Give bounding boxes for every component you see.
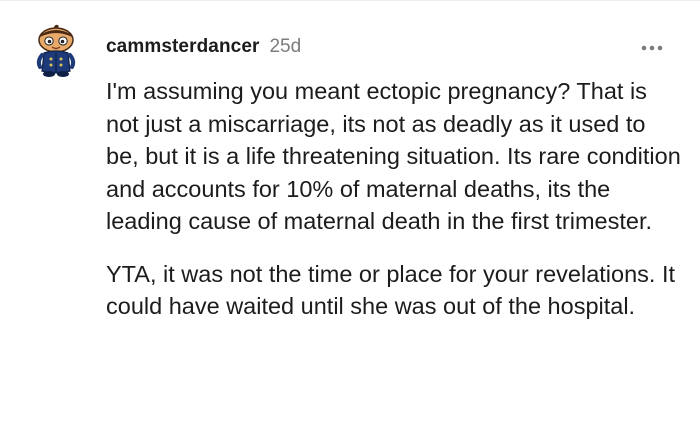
username-link[interactable]: cammsterdancer	[106, 36, 259, 58]
comment-body: I'm assuming you meant ectopic pregnancy…	[106, 75, 681, 323]
comment-timestamp: 25d	[269, 36, 302, 57]
avatar[interactable]	[34, 23, 78, 79]
snoo-avatar-icon	[36, 24, 76, 77]
more-horizontal-icon	[641, 45, 663, 51]
comment-paragraph: YTA, it was not the time or place for yo…	[106, 260, 676, 320]
more-options-button[interactable]	[632, 36, 672, 60]
comment-header: cammsterdancer 25d	[106, 36, 301, 62]
comment-paragraph: I'm assuming you meant ectopic pregnancy…	[106, 78, 681, 234]
comment: cammsterdancer 25d I'm assuming you mean…	[0, 0, 700, 434]
